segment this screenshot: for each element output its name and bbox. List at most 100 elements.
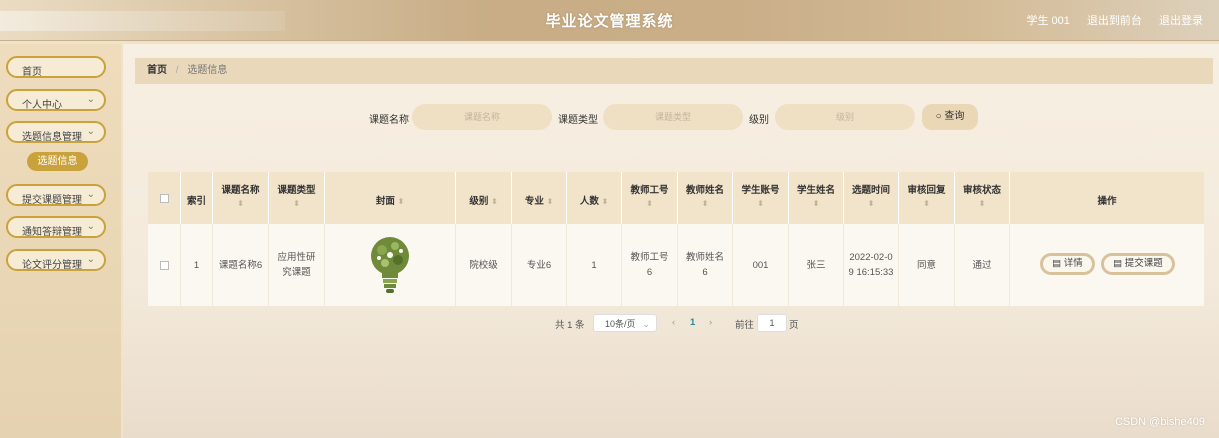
detail-button-label: 详情 (1063, 258, 1083, 269)
sidebar-item-label: 通知答辩管理 (22, 227, 82, 238)
sort-icon: ⬍ (397, 197, 405, 206)
goto-unit: 页 (789, 320, 799, 331)
sidebar: 首页 个人中心 ⌄ 选题信息管理 ⌄ 选题信息 提交课题管理 ⌄ 通知答辩管理 … (0, 44, 121, 438)
sidebar-item-label: 首页 (22, 67, 42, 78)
chevron-down-icon: ⌄ (86, 254, 95, 265)
topic-name-input[interactable]: 课题名称 (412, 104, 552, 130)
header-label: 索引 (186, 196, 206, 207)
level-input[interactable]: 级别 (775, 104, 915, 130)
page-size-value: 10条/页 (605, 319, 636, 329)
header-label: 审核状态 (962, 185, 1001, 196)
document-icon: ▤ (1113, 258, 1123, 269)
sort-icon: ⬍ (757, 199, 764, 208)
goto-label: 前往 (735, 320, 755, 331)
select-all-checkbox[interactable] (160, 194, 169, 203)
chevron-down-icon: ⌄ (86, 189, 95, 200)
chevron-down-icon: ⌄ (642, 319, 650, 329)
sidebar-item-thesis-scoring[interactable]: 论文评分管理 ⌄ (6, 249, 106, 271)
topic-table: 索引 课题名称 ⬍ 课题类型 ⬍ 封面 ⬍ 级别 ⬍ 专业 ⬍ 人数 ⬍ 教师工号 ⬍… (148, 172, 1204, 306)
sidebar-item-label: 个人中心 (22, 100, 62, 111)
header-select-cell (148, 172, 181, 224)
sidebar-item-submission-management[interactable]: 提交课题管理 ⌄ (6, 184, 106, 206)
chevron-down-icon: ⌄ (86, 126, 95, 137)
header-cover[interactable]: 封面 ⬍ (325, 172, 456, 224)
header-review-status[interactable]: 审核状态 ⬍ (955, 172, 1010, 224)
sidebar-subitem-topic-info[interactable]: 选题信息 (27, 152, 88, 171)
cell-review-reply: 同意 (899, 224, 955, 306)
page-size-select[interactable]: 10条/页 ⌄ (593, 314, 657, 332)
header-select-time[interactable]: 选题时间 ⬍ (844, 172, 899, 224)
sidebar-item-label: 提交课题管理 (22, 195, 82, 206)
level-label: 级别 (749, 115, 769, 126)
header-label: 级别 ⬍ (469, 196, 498, 207)
next-page-button[interactable]: › (709, 317, 712, 328)
header-label: 专业 ⬍ (524, 196, 554, 207)
sort-icon: ⬍ (490, 197, 498, 206)
cell-count: 1 (567, 224, 622, 306)
document-icon: ▤ (1052, 258, 1062, 269)
cell-student-name: 张三 (789, 224, 844, 306)
header-label: 选题时间 (851, 185, 890, 196)
total-count: 共 1 条 (555, 320, 585, 331)
submit-topic-button[interactable]: ▤ 提交课题 (1101, 253, 1175, 275)
cell-topic-name: 课题名称6 (213, 224, 269, 306)
sort-icon: ⬍ (601, 197, 609, 206)
header-count[interactable]: 人数 ⬍ (567, 172, 622, 224)
sidebar-item-label: 论文评分管理 (22, 260, 82, 271)
breadcrumb-separator: / (175, 65, 179, 76)
header-teacher-id[interactable]: 教师工号 ⬍ (622, 172, 678, 224)
sort-icon: ⬍ (978, 199, 986, 208)
header-topic-name[interactable]: 课题名称 ⬍ (213, 172, 269, 224)
sidebar-item-defense-notice[interactable]: 通知答辩管理 ⌄ (6, 216, 106, 238)
header-label: 审核回复 (907, 185, 946, 196)
watermark: CSDN @bishe409 (1114, 416, 1205, 428)
header-label: 学生账号 (741, 185, 780, 196)
main-content: 首页 / 选题信息 课题名称 课题名称 课题类型 课题类型 级别 级别 ○ 查询… (123, 44, 1219, 438)
lightbulb-cover-image (371, 237, 409, 293)
cell-index: 1 (181, 224, 213, 306)
sort-icon: ⬍ (646, 199, 653, 208)
logout-link[interactable]: 退出登录 (1159, 15, 1203, 27)
current-page[interactable]: 1 (690, 317, 695, 328)
header-topic-type[interactable]: 课题类型 ⬍ (269, 172, 325, 224)
breadcrumb: 首页 / 选题信息 (135, 58, 1213, 84)
row-checkbox[interactable] (160, 261, 169, 270)
sidebar-item-home[interactable]: 首页 (6, 56, 106, 78)
header-label: 学生姓名 (796, 185, 835, 196)
header-student-name[interactable]: 学生姓名 ⬍ (789, 172, 844, 224)
row-select-cell (148, 224, 181, 306)
breadcrumb-home[interactable]: 首页 (147, 65, 167, 76)
search-button[interactable]: ○ 查询 (922, 104, 978, 130)
topic-name-label: 课题名称 (369, 115, 409, 126)
search-icon: ○ (935, 111, 942, 122)
search-bar: 课题名称 课题名称 课题类型 课题类型 级别 级别 ○ 查询 (123, 104, 1219, 130)
top-header: 毕业论文管理系统 学生 001 退出到前台 退出登录 (0, 0, 1219, 41)
cell-cover (325, 224, 456, 306)
header-label: 封面 ⬍ (375, 196, 405, 207)
goto-page-input[interactable]: 1 (757, 314, 787, 332)
header-index[interactable]: 索引 (181, 172, 213, 224)
sort-icon: ⬍ (812, 199, 820, 208)
topic-type-input[interactable]: 课题类型 (603, 104, 743, 130)
header-review-reply[interactable]: 审核回复 ⬍ (899, 172, 955, 224)
header-student-account[interactable]: 学生账号 ⬍ (733, 172, 789, 224)
header-major[interactable]: 专业 ⬍ (512, 172, 567, 224)
table-header: 索引 课题名称 ⬍ 课题类型 ⬍ 封面 ⬍ 级别 ⬍ 专业 ⬍ 人数 ⬍ 教师工号 ⬍… (148, 172, 1204, 224)
header-teacher-name[interactable]: 教师姓名 ⬍ (678, 172, 733, 224)
cell-major: 专业6 (512, 224, 567, 306)
cell-level: 院校级 (456, 224, 512, 306)
sidebar-item-topic-management[interactable]: 选题信息管理 ⌄ (6, 121, 106, 143)
detail-button[interactable]: ▤ 详情 (1040, 253, 1095, 275)
sort-icon: ⬍ (867, 199, 875, 208)
sidebar-item-personal-center[interactable]: 个人中心 ⌄ (6, 89, 106, 111)
sidebar-item-label: 选题信息管理 (22, 132, 82, 143)
breadcrumb-current: 选题信息 (187, 65, 228, 76)
header-label: 人数 ⬍ (579, 196, 609, 207)
cell-teacher-id: 教师工号6 (622, 224, 678, 306)
back-to-front-link[interactable]: 退出到前台 (1087, 15, 1142, 27)
search-button-label: 查询 (944, 111, 965, 122)
header-level[interactable]: 级别 ⬍ (456, 172, 512, 224)
pagination: 共 1 条 10条/页 ⌄ ‹ 1 › 前往 1 页 (123, 314, 1219, 334)
prev-page-button[interactable]: ‹ (672, 317, 675, 328)
cell-actions: ▤ 详情 ▤ 提交课题 (1010, 224, 1204, 306)
